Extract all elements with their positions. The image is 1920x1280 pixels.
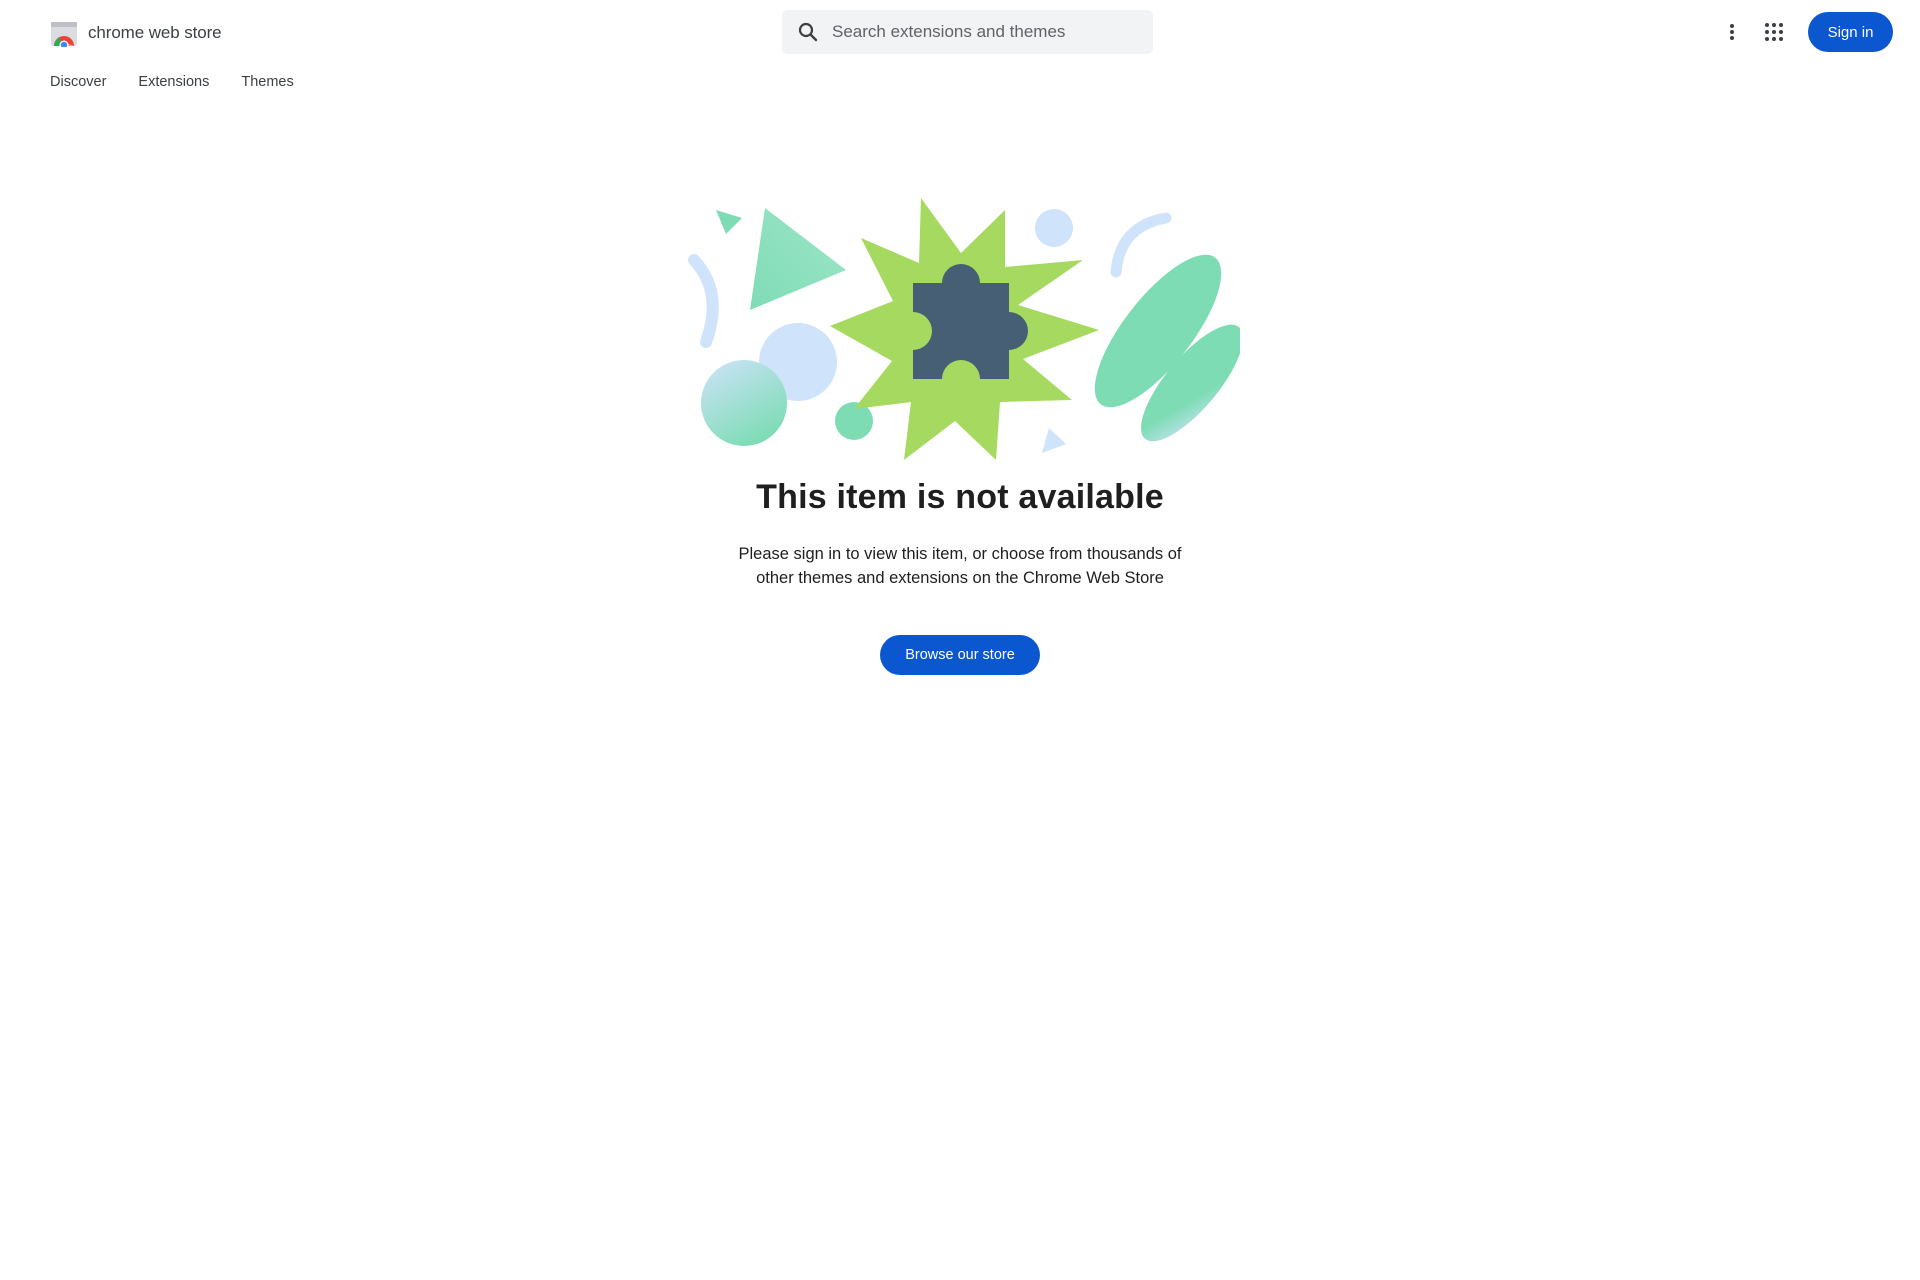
decor-gradient-circle bbox=[701, 360, 787, 446]
sign-in-button[interactable]: Sign in bbox=[1808, 12, 1893, 52]
decor-mint-dot bbox=[835, 402, 873, 440]
brand-link[interactable]: chrome web store bbox=[50, 19, 222, 47]
google-apps-button[interactable] bbox=[1756, 14, 1792, 50]
search-box[interactable] bbox=[782, 10, 1153, 54]
search-icon bbox=[798, 22, 818, 42]
nav-item-discover[interactable]: Discover bbox=[50, 72, 106, 92]
search-input[interactable] bbox=[832, 10, 1142, 54]
page-description: Please sign in to view this item, or cho… bbox=[738, 545, 1182, 587]
decor-small-triangle bbox=[716, 210, 742, 234]
header: chrome web store Sign in bbox=[0, 0, 1920, 64]
decor-large-triangle bbox=[750, 208, 846, 310]
puzzle-notch-left bbox=[894, 312, 932, 350]
page-title: This item is not available bbox=[756, 478, 1164, 516]
nav-item-themes[interactable]: Themes bbox=[241, 72, 293, 92]
more-vert-icon bbox=[1730, 24, 1734, 40]
browse-store-button[interactable]: Browse our store bbox=[880, 635, 1040, 675]
decor-right-arc bbox=[1110, 212, 1172, 278]
more-options-button[interactable] bbox=[1714, 14, 1750, 50]
brand-name: chrome web store bbox=[88, 23, 222, 42]
nav-item-extensions[interactable]: Extensions bbox=[138, 72, 209, 92]
apps-grid-icon bbox=[1765, 23, 1783, 41]
decor-left-arc bbox=[688, 254, 719, 348]
puzzle-notch-bottom bbox=[942, 360, 980, 398]
decor-small-blue-triangle bbox=[1042, 428, 1066, 453]
main-nav: Discover Extensions Themes bbox=[50, 72, 294, 92]
unavailable-illustration bbox=[688, 198, 1240, 460]
chrome-web-store-logo-icon bbox=[51, 22, 77, 47]
decor-top-dot bbox=[1035, 209, 1073, 247]
